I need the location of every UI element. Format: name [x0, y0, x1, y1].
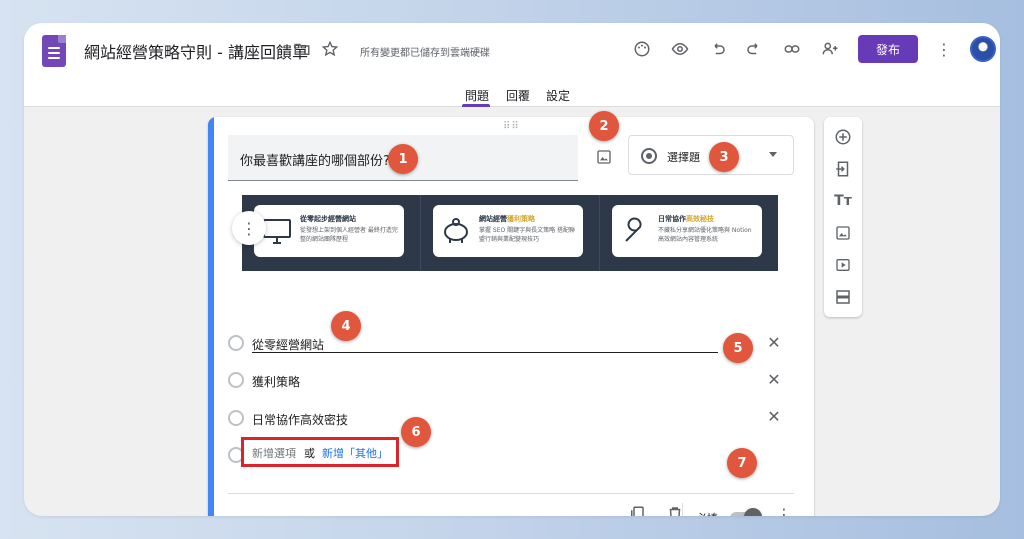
star-icon[interactable]	[318, 37, 342, 61]
active-tab-indicator	[462, 104, 490, 107]
banner-title: 網站經營獲利策略	[479, 215, 535, 223]
header: 網站經營策略守則 - 講座回饋單 所有變更都已儲存到雲端硬碟 發布 ⋮ 問題 回…	[24, 23, 1000, 107]
footer-separator	[682, 503, 683, 516]
option-radio	[228, 335, 244, 351]
forms-logo-icon[interactable]	[42, 35, 66, 67]
dropdown-arrow-icon	[769, 152, 777, 157]
annotation-badge: 2	[589, 111, 619, 141]
more-options-icon[interactable]: ⋮	[776, 505, 792, 516]
annotation-badge: 6	[401, 417, 431, 447]
banner-desc: 掌握 SEO 關鍵字與長文策略 搭配聯盟行銷與業配變現技巧	[479, 227, 576, 243]
add-video-icon[interactable]	[833, 255, 853, 275]
add-image-icon[interactable]	[833, 223, 853, 243]
annotation-badge: 3	[709, 142, 739, 172]
remove-option-icon[interactable]: ✕	[766, 372, 782, 388]
footer-divider	[228, 493, 794, 494]
required-toggle-thumb[interactable]	[744, 508, 762, 516]
add-title-icon[interactable]: Tт	[833, 191, 853, 211]
publish-button[interactable]: 發布	[858, 35, 918, 63]
drag-handle-icon[interactable]: ⠿⠿	[503, 121, 520, 132]
banner-section: 日常協作高效秘技 不藏私分享網站優化策略與 Notion 高效網站內容管理系統	[600, 195, 778, 271]
annotation-badge: 7	[727, 448, 757, 478]
annotation-badge: 4	[331, 311, 361, 341]
side-toolbar: Tт	[824, 117, 862, 317]
wrench-icon	[620, 217, 650, 245]
add-section-icon[interactable]	[833, 287, 853, 307]
folder-icon[interactable]	[290, 37, 314, 61]
add-collaborator-icon[interactable]	[818, 37, 842, 61]
delete-icon[interactable]	[666, 505, 686, 516]
banner-card: 從零起步經營網站 從發想上架到個人經營者 最終打造完整的網站團隊歷程	[254, 205, 404, 257]
banner-desc: 從發想上架到個人經營者 最終打造完整的網站團隊歷程	[300, 227, 398, 243]
question-image-banner: 從零起步經營網站 從發想上架到個人經營者 最終打造完整的網站團隊歷程 網站經營獲…	[242, 195, 778, 271]
radio-button-icon	[641, 148, 657, 164]
option-label[interactable]: 獲利策略	[252, 373, 300, 390]
palette-icon[interactable]	[630, 37, 654, 61]
link-icon[interactable]	[780, 37, 804, 61]
banner-card: 網站經營獲利策略 掌握 SEO 關鍵字與長文策略 搭配聯盟行銷與業配變現技巧	[433, 205, 583, 257]
undo-icon[interactable]	[706, 37, 730, 61]
piggy-bank-icon	[441, 217, 471, 245]
add-other-link[interactable]: 新增「其他」	[322, 445, 388, 461]
option-radio	[228, 372, 244, 388]
banner-section: 從零起步經營網站 從發想上架到個人經營者 最終打造完整的網站團隊歷程	[242, 195, 421, 271]
banner-title: 日常協作高效秘技	[658, 215, 714, 223]
tab-settings[interactable]: 設定	[546, 87, 570, 104]
add-image-icon[interactable]	[592, 145, 616, 169]
image-options-button[interactable]: ⋮	[232, 211, 266, 245]
import-questions-icon[interactable]	[833, 159, 853, 179]
add-option-highlight: 新增選項 或 新增「其他」	[241, 437, 399, 467]
tab-questions[interactable]: 問題	[465, 87, 489, 104]
banner-desc: 不藏私分享網站優化策略與 Notion 高效網站內容管理系統	[658, 227, 752, 243]
remove-option-icon[interactable]: ✕	[766, 409, 782, 425]
app-window: 網站經營策略守則 - 講座回饋單 所有變更都已儲存到雲端硬碟 發布 ⋮ 問題 回…	[24, 23, 1000, 516]
document-title[interactable]: 網站經營策略守則 - 講座回饋單	[84, 39, 308, 63]
redo-icon[interactable]	[742, 37, 766, 61]
remove-option-icon[interactable]: ✕	[766, 335, 782, 351]
option-label[interactable]: 從零經營網站	[252, 336, 324, 353]
preview-eye-icon[interactable]	[668, 37, 692, 61]
add-question-icon[interactable]	[833, 127, 853, 147]
monitor-icon	[262, 217, 292, 245]
option-label[interactable]: 日常協作高效密技	[252, 411, 348, 428]
add-option-link[interactable]: 新增選項	[252, 445, 296, 461]
duplicate-icon[interactable]	[628, 505, 648, 516]
save-status: 所有變更都已儲存到雲端硬碟	[360, 48, 490, 59]
or-label: 或	[304, 447, 315, 460]
annotation-badge: 5	[723, 333, 753, 363]
question-type-label: 選擇題	[667, 151, 700, 164]
avatar[interactable]	[970, 36, 996, 62]
question-card[interactable]: ⠿⠿ 你最喜歡講座的哪個部份? 選擇題 從零起步經營網站 從發想上架到個人經營者…	[208, 117, 814, 516]
required-label: 必填	[696, 510, 718, 516]
question-title[interactable]: 你最喜歡講座的哪個部份?	[240, 150, 390, 169]
banner-title: 從零起步經營網站	[300, 215, 356, 223]
annotation-badge: 1	[388, 144, 418, 174]
option-underline	[252, 352, 718, 353]
banner-card: 日常協作高效秘技 不藏私分享網站優化策略與 Notion 高效網站內容管理系統	[612, 205, 762, 257]
tab-responses[interactable]: 回覆	[506, 87, 530, 104]
option-radio	[228, 410, 244, 426]
banner-section: 網站經營獲利策略 掌握 SEO 關鍵字與長文策略 搭配聯盟行銷與業配變現技巧	[421, 195, 600, 271]
card-accent-bar	[208, 117, 214, 516]
tab-bar: 問題 回覆 設定	[24, 83, 1000, 107]
more-vert-icon[interactable]: ⋮	[932, 37, 956, 61]
